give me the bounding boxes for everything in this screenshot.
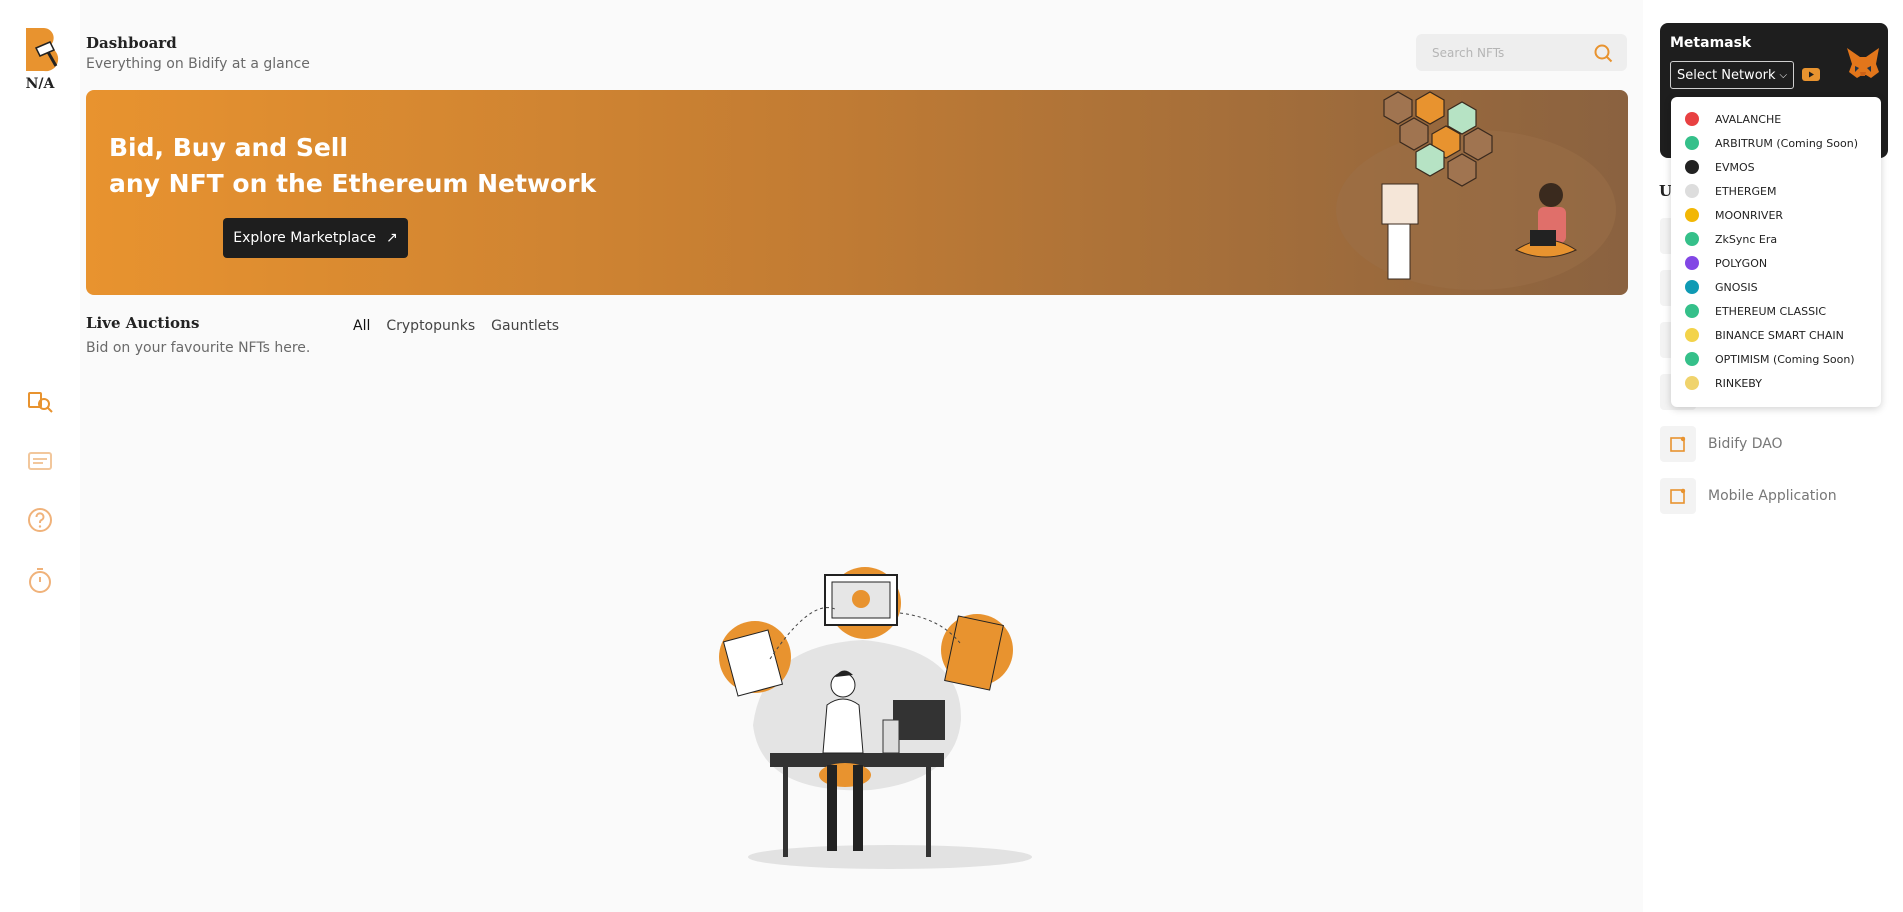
network-option[interactable]: OPTIMISM (Coming Soon) xyxy=(1671,347,1881,371)
external-link-icon xyxy=(1660,478,1696,514)
metamask-title: Metamask xyxy=(1670,35,1752,51)
network-option-label: OPTIMISM (Coming Soon) xyxy=(1715,352,1855,366)
bidify-logo[interactable] xyxy=(22,26,62,76)
network-dot xyxy=(1685,136,1699,150)
banner-heading-line1: Bid, Buy and Sell xyxy=(109,133,348,162)
page-subtitle: Everything on Bidify at a glance xyxy=(86,56,310,72)
metamask-fox-icon xyxy=(1847,48,1879,78)
right-panel: Metamask Select Network ⌵ U Bidify DAO M… xyxy=(1643,0,1903,912)
network-dropdown: AVALANCHE ARBITRUM (Coming Soon) EVMOS E… xyxy=(1671,97,1881,407)
network-option-label: MOONRIVER xyxy=(1715,208,1784,222)
main-content: Dashboard Everything on Bidify at a glan… xyxy=(80,0,1643,912)
network-option[interactable]: GNOSIS xyxy=(1671,275,1881,299)
explore-marketplace-button[interactable]: Explore Marketplace ↗ xyxy=(223,218,408,258)
network-dot xyxy=(1685,304,1699,318)
chevron-down-icon: ⌵ xyxy=(1779,69,1788,81)
logo-caption: N/A xyxy=(25,76,55,92)
network-dot xyxy=(1685,232,1699,246)
page-title: Dashboard xyxy=(86,34,177,52)
network-option[interactable]: EVMOS xyxy=(1671,155,1881,179)
network-option-label: EVMOS xyxy=(1715,160,1755,174)
video-icon[interactable] xyxy=(1802,68,1820,81)
network-option[interactable]: RINKEBY xyxy=(1671,371,1881,395)
filter-all[interactable]: All xyxy=(353,318,370,334)
network-dot xyxy=(1685,208,1699,222)
side-link-label: Bidify DAO xyxy=(1708,436,1783,452)
network-dot xyxy=(1685,352,1699,366)
network-option-label: POLYGON xyxy=(1715,256,1768,270)
left-rail: N/A xyxy=(0,0,80,912)
network-option-label: BINANCE SMART CHAIN xyxy=(1715,328,1844,342)
side-link-mobile-application[interactable]: Mobile Application xyxy=(1660,478,1837,514)
network-option[interactable]: MOONRIVER xyxy=(1671,203,1881,227)
banner-illustration xyxy=(1336,91,1616,290)
network-dot xyxy=(1685,112,1699,126)
network-option-label: RINKEBY xyxy=(1715,376,1762,390)
search-bar xyxy=(1416,34,1627,71)
auction-search-icon[interactable] xyxy=(25,386,55,416)
network-option-label: ETHERGEM xyxy=(1715,184,1777,198)
network-dot xyxy=(1685,328,1699,342)
live-auctions-title: Live Auctions xyxy=(86,314,200,332)
filter-cryptopunks[interactable]: Cryptopunks xyxy=(386,318,475,334)
network-option-label: GNOSIS xyxy=(1715,280,1758,294)
hero-banner: Bid, Buy and Sell any NFT on the Ethereu… xyxy=(86,90,1628,295)
network-option[interactable]: ETHEREUM CLASSIC xyxy=(1671,299,1881,323)
network-dot xyxy=(1685,376,1699,390)
network-select[interactable]: Select Network ⌵ xyxy=(1670,61,1794,89)
timer-icon[interactable] xyxy=(25,565,55,595)
nft-icon[interactable] xyxy=(25,446,55,476)
network-dot xyxy=(1685,160,1699,174)
side-link-bidify-dao[interactable]: Bidify DAO xyxy=(1660,426,1783,462)
external-link-icon xyxy=(1660,426,1696,462)
network-dot xyxy=(1685,256,1699,270)
network-option[interactable]: BINANCE SMART CHAIN xyxy=(1671,323,1881,347)
explore-marketplace-label: Explore Marketplace xyxy=(233,230,377,246)
network-dot xyxy=(1685,184,1699,198)
network-dot xyxy=(1685,280,1699,294)
live-auctions-subtitle: Bid on your favourite NFTs here. xyxy=(86,340,311,356)
network-select-label: Select Network xyxy=(1677,67,1776,83)
auction-filters: All Cryptopunks Gauntlets xyxy=(353,318,559,334)
network-option-label: ZkSync Era xyxy=(1715,232,1778,246)
network-option[interactable]: ETHERGEM xyxy=(1671,179,1881,203)
search-icon[interactable] xyxy=(1593,43,1613,63)
side-link-label: Mobile Application xyxy=(1708,488,1837,504)
network-option-label: ETHEREUM CLASSIC xyxy=(1715,304,1826,318)
help-icon[interactable] xyxy=(25,505,55,535)
network-option[interactable]: ZkSync Era xyxy=(1671,227,1881,251)
empty-state-illustration xyxy=(719,567,1032,869)
network-option[interactable]: ARBITRUM (Coming Soon) xyxy=(1671,131,1881,155)
filter-gauntlets[interactable]: Gauntlets xyxy=(491,318,559,334)
banner-heading: Bid, Buy and Sell any NFT on the Ethereu… xyxy=(109,130,596,202)
network-option-label: AVALANCHE xyxy=(1715,112,1782,126)
network-option-label: ARBITRUM (Coming Soon) xyxy=(1715,136,1858,150)
network-option[interactable]: POLYGON xyxy=(1671,251,1881,275)
network-option[interactable]: AVALANCHE xyxy=(1671,107,1881,131)
search-input[interactable] xyxy=(1416,34,1586,71)
banner-heading-line2: any NFT on the Ethereum Network xyxy=(109,169,597,198)
arrow-up-right-icon: ↗ xyxy=(386,230,398,246)
